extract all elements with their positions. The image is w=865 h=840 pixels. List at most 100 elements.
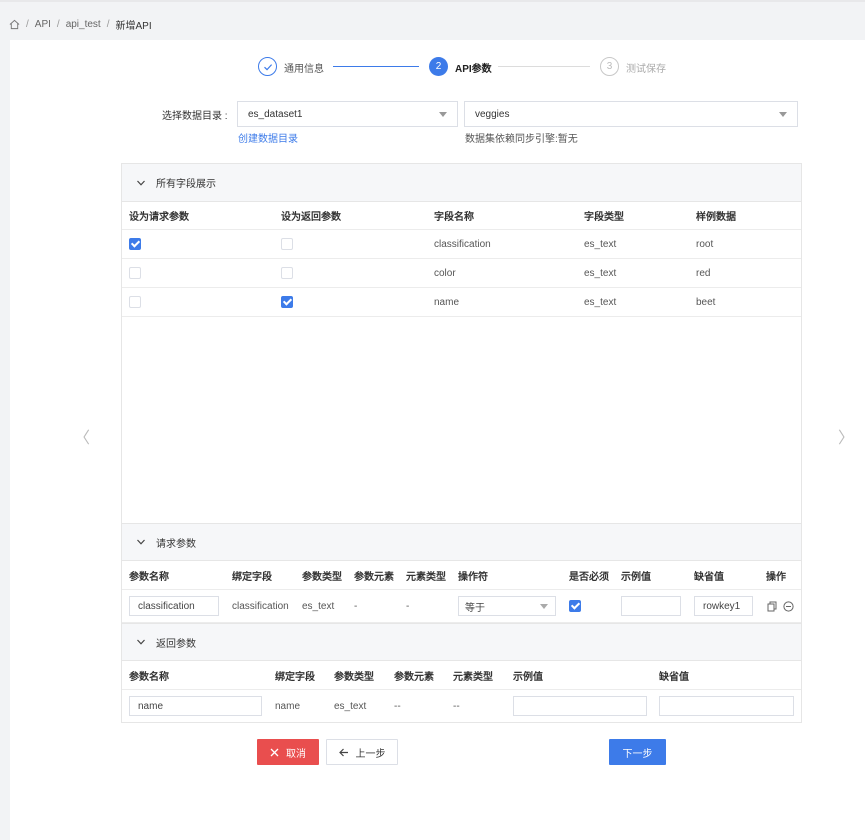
step-3-label: 测试保存 bbox=[626, 64, 666, 75]
param-element: -- bbox=[394, 700, 401, 712]
chevron-down-icon bbox=[540, 604, 548, 609]
breadcrumb-separator: / bbox=[26, 18, 29, 30]
bind-field: name bbox=[275, 700, 301, 712]
example-value-input[interactable] bbox=[513, 696, 647, 716]
required-checkbox[interactable] bbox=[569, 600, 581, 612]
column-header: 操作符 bbox=[458, 572, 488, 583]
column-header: 样例数据 bbox=[696, 212, 736, 223]
column-header: 字段名称 bbox=[434, 212, 474, 223]
breadcrumb-separator: / bbox=[106, 18, 110, 30]
chevron-down-icon bbox=[779, 112, 787, 117]
cancel-label: 取消 bbox=[286, 748, 306, 760]
next-step-button[interactable]: 下一步 bbox=[609, 739, 666, 765]
column-header: 设为返回参数 bbox=[281, 212, 341, 223]
step-2-number: 2 bbox=[429, 57, 448, 76]
field-sample: red bbox=[696, 267, 711, 279]
example-value-input[interactable] bbox=[621, 596, 681, 616]
column-header: 设为请求参数 bbox=[129, 212, 189, 223]
close-icon bbox=[270, 748, 279, 756]
column-header: 示例值 bbox=[513, 672, 543, 683]
step-2-label: API参数 bbox=[455, 64, 492, 75]
request-params-header[interactable]: 请求参数 bbox=[122, 523, 801, 561]
breadcrumb-item-project[interactable]: api_test bbox=[66, 19, 101, 30]
bind-field: classification bbox=[232, 600, 289, 612]
chevron-down-icon bbox=[137, 180, 145, 186]
response-param-checkbox[interactable] bbox=[281, 238, 293, 250]
param-name-input[interactable]: name bbox=[129, 696, 262, 716]
field-type: es_text bbox=[584, 296, 617, 308]
column-header: 字段类型 bbox=[584, 212, 624, 223]
field-sample: beet bbox=[696, 296, 716, 308]
all-fields-header[interactable]: 所有字段展示 bbox=[122, 164, 801, 202]
prev-arrow-icon[interactable]: 〈 bbox=[74, 424, 90, 448]
column-header: 绑定字段 bbox=[275, 672, 315, 683]
field-type: es_text bbox=[584, 267, 617, 279]
table-row: color es_text red bbox=[122, 259, 801, 288]
step-connector-2 bbox=[498, 66, 590, 67]
field-type: es_text bbox=[584, 238, 617, 250]
chevron-down-icon bbox=[439, 112, 447, 117]
request-param-checkbox[interactable] bbox=[129, 296, 141, 308]
table-row: classification es_text root bbox=[122, 230, 801, 259]
param-element: - bbox=[354, 600, 358, 612]
operator-value: 等于 bbox=[465, 602, 485, 614]
breadcrumb-separator: / bbox=[56, 18, 60, 30]
column-header: 参数名称 bbox=[129, 572, 169, 583]
breadcrumb-item-current: 新增API bbox=[115, 20, 152, 32]
response-param-checkbox[interactable] bbox=[281, 296, 293, 308]
cancel-button[interactable]: 取消 bbox=[257, 739, 319, 765]
column-header: 参数元素 bbox=[354, 572, 394, 583]
default-value-input[interactable] bbox=[659, 696, 794, 716]
top-bar bbox=[0, 0, 865, 2]
column-header: 参数元素 bbox=[394, 672, 434, 683]
element-type: - bbox=[406, 600, 410, 612]
table-row: name es_text beet bbox=[122, 288, 801, 317]
column-header: 参数类型 bbox=[302, 572, 342, 583]
step-3-number: 3 bbox=[600, 57, 619, 76]
column-header: 参数名称 bbox=[129, 672, 169, 683]
next-step-label: 下一步 bbox=[622, 748, 653, 760]
breadcrumb: / API / api_test / 新增API bbox=[9, 17, 152, 32]
previous-step-label: 上一步 bbox=[355, 748, 386, 760]
arrow-left-icon bbox=[338, 748, 348, 756]
create-catalog-link[interactable]: 创建数据目录 bbox=[238, 130, 298, 145]
field-name: classification bbox=[434, 238, 491, 250]
request-param-checkbox[interactable] bbox=[129, 238, 141, 250]
field-name: name bbox=[434, 296, 460, 308]
column-header: 示例值 bbox=[621, 572, 651, 583]
table-row: name name es_text -- -- bbox=[122, 690, 801, 722]
param-type: es_text bbox=[302, 600, 335, 612]
element-type: -- bbox=[453, 700, 460, 712]
step-connector-1 bbox=[333, 66, 419, 67]
request-param-checkbox[interactable] bbox=[129, 267, 141, 279]
chevron-down-icon bbox=[137, 539, 145, 545]
catalog-select-value: es_dataset1 bbox=[248, 108, 303, 120]
dataset-label: 选择数据目录 : bbox=[162, 111, 228, 122]
response-params-title: 返回参数 bbox=[156, 638, 196, 650]
step-1-done-icon bbox=[258, 57, 277, 76]
remove-icon[interactable] bbox=[783, 590, 794, 622]
copy-icon[interactable] bbox=[767, 590, 777, 622]
column-header: 缺省值 bbox=[659, 672, 689, 683]
column-header: 参数类型 bbox=[334, 672, 374, 683]
step-1-label: 通用信息 bbox=[284, 64, 324, 75]
breadcrumb-item-api[interactable]: API bbox=[35, 19, 51, 30]
previous-step-button[interactable]: 上一步 bbox=[326, 739, 398, 765]
all-fields-table-header: 设为请求参数 设为返回参数 字段名称 字段类型 样例数据 bbox=[122, 202, 801, 230]
response-params-header[interactable]: 返回参数 bbox=[122, 623, 801, 661]
fields-container: 所有字段展示 设为请求参数 设为返回参数 字段名称 字段类型 样例数据 clas… bbox=[121, 163, 802, 723]
column-header: 元素类型 bbox=[453, 672, 493, 683]
table-select[interactable]: veggies bbox=[464, 101, 798, 127]
home-icon[interactable] bbox=[9, 19, 20, 30]
operator-select[interactable]: 等于 bbox=[458, 596, 556, 616]
chevron-down-icon bbox=[137, 639, 145, 645]
catalog-select[interactable]: es_dataset1 bbox=[237, 101, 458, 127]
response-param-checkbox[interactable] bbox=[281, 267, 293, 279]
column-header: 是否必须 bbox=[569, 572, 609, 583]
request-params-table-header: 参数名称 绑定字段 参数类型 参数元素 元素类型 操作符 是否必须 示例值 缺省… bbox=[122, 562, 801, 590]
next-arrow-icon[interactable]: 〉 bbox=[838, 424, 854, 448]
column-header: 绑定字段 bbox=[232, 572, 272, 583]
param-name-input[interactable]: classification bbox=[129, 596, 219, 616]
sync-engine-note: 数据集依赖同步引擎:暂无 bbox=[465, 134, 578, 145]
default-value-input[interactable]: rowkey1 bbox=[694, 596, 753, 616]
